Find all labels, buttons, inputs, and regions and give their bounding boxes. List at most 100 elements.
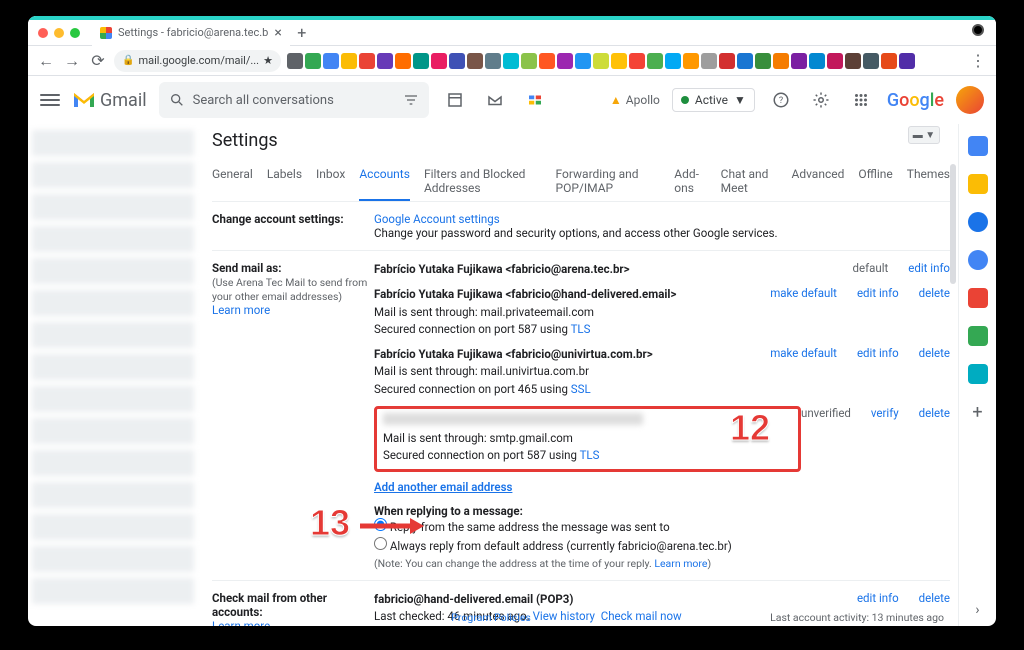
bookmark-icon[interactable]: ★ (263, 54, 273, 67)
google-account-link[interactable]: Google Account settings (374, 212, 500, 226)
settings-tab-labels[interactable]: Labels (267, 161, 302, 201)
filter-icon[interactable] (403, 92, 419, 108)
settings-tab-add-ons[interactable]: Add-ons (674, 161, 706, 201)
back-button[interactable]: ← (36, 51, 56, 71)
delete-link[interactable]: delete (919, 406, 950, 420)
tls-link[interactable]: TLS (580, 448, 600, 462)
extension-icon[interactable] (881, 53, 897, 69)
edit-info-link[interactable]: edit info (857, 591, 899, 605)
extension-icon[interactable] (521, 53, 537, 69)
apps-icon[interactable] (847, 86, 875, 114)
delete-link[interactable]: delete (919, 591, 950, 605)
extension-icon[interactable] (899, 53, 915, 69)
extension-icon[interactable] (701, 53, 717, 69)
gmail-logo[interactable]: Gmail (72, 90, 147, 111)
extension-icon[interactable] (809, 53, 825, 69)
make-default-link[interactable]: make default (770, 346, 837, 360)
extension-icon[interactable] (485, 53, 501, 69)
make-default-link[interactable]: make default (770, 286, 837, 300)
reply-option-same[interactable]: Reply from the same address the message … (374, 518, 950, 538)
settings-tab-forwarding-and-pop-imap[interactable]: Forwarding and POP/IMAP (556, 161, 661, 201)
apollo-indicator[interactable]: ▲Apollo (610, 93, 660, 107)
delete-link[interactable]: delete (919, 286, 950, 300)
addon-icon[interactable] (968, 364, 988, 384)
settings-tab-offline[interactable]: Offline (858, 161, 892, 201)
extension-icon[interactable] (395, 53, 411, 69)
edit-info-link[interactable]: edit info (908, 261, 950, 275)
extension-icon[interactable] (359, 53, 375, 69)
extension-icon[interactable] (665, 53, 681, 69)
window-maximize[interactable] (70, 28, 80, 38)
extension-icon[interactable] (773, 53, 789, 69)
settings-tab-inbox[interactable]: Inbox (316, 161, 345, 201)
extension-icon[interactable] (431, 53, 447, 69)
tls-link[interactable]: TLS (571, 322, 591, 336)
delete-link[interactable]: delete (919, 346, 950, 360)
google-logo[interactable]: Google (887, 90, 944, 111)
toolbar-icon[interactable] (521, 86, 549, 114)
calendar-icon[interactable] (968, 136, 988, 156)
extension-icon[interactable] (323, 53, 339, 69)
extension-icon[interactable] (449, 53, 465, 69)
settings-tab-chat-and-meet[interactable]: Chat and Meet (721, 161, 778, 201)
window-close[interactable] (38, 28, 48, 38)
forward-button[interactable]: → (62, 51, 82, 71)
density-dropdown[interactable]: ▬ ▼ (908, 126, 940, 144)
toolbar-icon[interactable] (481, 86, 509, 114)
settings-tab-accounts[interactable]: Accounts (359, 161, 410, 201)
contacts-icon[interactable] (968, 250, 988, 270)
extension-icon[interactable] (755, 53, 771, 69)
reload-button[interactable]: ⟳ (88, 51, 108, 71)
settings-tab-advanced[interactable]: Advanced (791, 161, 844, 201)
keep-icon[interactable] (968, 174, 988, 194)
tasks-icon[interactable] (968, 212, 988, 232)
ssl-link[interactable]: SSL (571, 382, 591, 396)
settings-tab-themes[interactable]: Themes (907, 161, 950, 201)
get-addons-icon[interactable]: + (972, 402, 982, 423)
settings-tab-filters-and-blocked-addresses[interactable]: Filters and Blocked Addresses (424, 161, 542, 201)
extension-icon[interactable] (377, 53, 393, 69)
main-menu-icon[interactable] (40, 94, 60, 106)
status-active[interactable]: Active▼ (672, 88, 755, 112)
search-bar[interactable]: Search all conversations (159, 82, 429, 118)
learn-more-link[interactable]: Learn more (654, 557, 707, 570)
addon-icon[interactable] (968, 288, 988, 308)
window-minimize[interactable] (54, 28, 64, 38)
extension-icon[interactable] (305, 53, 321, 69)
account-avatar[interactable] (956, 86, 984, 114)
extension-icon[interactable] (341, 53, 357, 69)
support-icon[interactable]: ? (767, 86, 795, 114)
browser-tab[interactable]: Settings - fabricio@arena.tec.b × (92, 20, 290, 46)
add-another-email-link[interactable]: Add another email address (374, 480, 512, 494)
reply-option-default[interactable]: Always reply from default address (curre… (374, 537, 950, 557)
addon-icon[interactable] (968, 326, 988, 346)
extension-icon[interactable] (287, 53, 303, 69)
extension-icon[interactable] (611, 53, 627, 69)
toolbar-icon[interactable] (441, 86, 469, 114)
url-bar[interactable]: 🔒 mail.google.com/mail/... ★ (114, 50, 281, 72)
new-tab-button[interactable]: + (290, 21, 314, 45)
extension-icon[interactable] (557, 53, 573, 69)
extension-icon[interactable] (845, 53, 861, 69)
learn-more-link[interactable]: Learn more (212, 303, 270, 317)
tab-close-icon[interactable]: × (274, 25, 281, 41)
extension-icon[interactable] (791, 53, 807, 69)
extension-icon[interactable] (719, 53, 735, 69)
extension-icon[interactable] (467, 53, 483, 69)
edit-info-link[interactable]: edit info (857, 286, 899, 300)
extension-icon[interactable] (503, 53, 519, 69)
collapse-rail-icon[interactable]: › (975, 602, 979, 618)
extension-icon[interactable] (629, 53, 645, 69)
extension-icon[interactable] (593, 53, 609, 69)
edit-info-link[interactable]: edit info (857, 346, 899, 360)
settings-icon[interactable] (807, 86, 835, 114)
extension-icon[interactable] (863, 53, 879, 69)
extension-icon[interactable] (683, 53, 699, 69)
extension-icon[interactable] (413, 53, 429, 69)
verify-link[interactable]: verify (871, 406, 899, 420)
scrollbar[interactable] (950, 164, 956, 284)
extension-icon[interactable] (647, 53, 663, 69)
extension-icon[interactable] (827, 53, 843, 69)
browser-menu[interactable]: ⋮ (968, 51, 988, 71)
extension-icon[interactable] (575, 53, 591, 69)
